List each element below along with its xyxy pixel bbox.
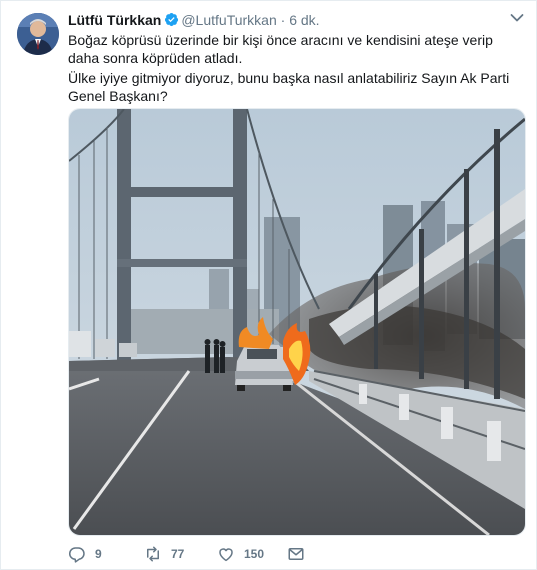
chevron-down-icon[interactable]: [510, 13, 524, 23]
bridge-fire-photo: [69, 109, 525, 535]
tweet-photo[interactable]: [68, 108, 526, 536]
like-button[interactable]: 150: [217, 543, 264, 565]
reply-icon: [69, 547, 85, 563]
avatar-image: [17, 13, 59, 55]
tweet-paragraph: Ülke iyiye gitmiyor diyoruz, bunu başka …: [68, 70, 510, 104]
retweet-button[interactable]: 77: [144, 543, 184, 565]
avatar[interactable]: [17, 13, 59, 55]
verified-badge-icon: [165, 12, 179, 27]
envelope-icon: [288, 548, 304, 560]
tweet-paragraph: Boğaz köprüsü üzerinde bir kişi önce ara…: [68, 32, 493, 66]
separator: ·: [280, 12, 286, 28]
heart-icon: [219, 548, 233, 562]
reply-count: 9: [95, 547, 102, 561]
tweet-text: Boğaz köprüsü üzerinde bir kişi önce ara…: [68, 31, 523, 105]
tweet-card[interactable]: Lütfü Türkkan @LutfuTurkkan · 6 dk. Boğaz…: [0, 0, 537, 570]
tweet-actions: 9 77 150: [68, 543, 528, 565]
like-count: 150: [244, 547, 265, 561]
reply-button[interactable]: 9: [68, 543, 102, 565]
author-name[interactable]: Lütfü Türkkan: [68, 12, 161, 28]
retweet-count: 77: [171, 547, 185, 561]
retweet-icon: [147, 546, 159, 562]
tweet-header: Lütfü Türkkan @LutfuTurkkan · 6 dk.: [68, 11, 320, 29]
timestamp[interactable]: 6 dk.: [289, 12, 319, 28]
direct-message-button[interactable]: [287, 543, 314, 565]
author-handle[interactable]: @LutfuTurkkan: [181, 12, 276, 28]
